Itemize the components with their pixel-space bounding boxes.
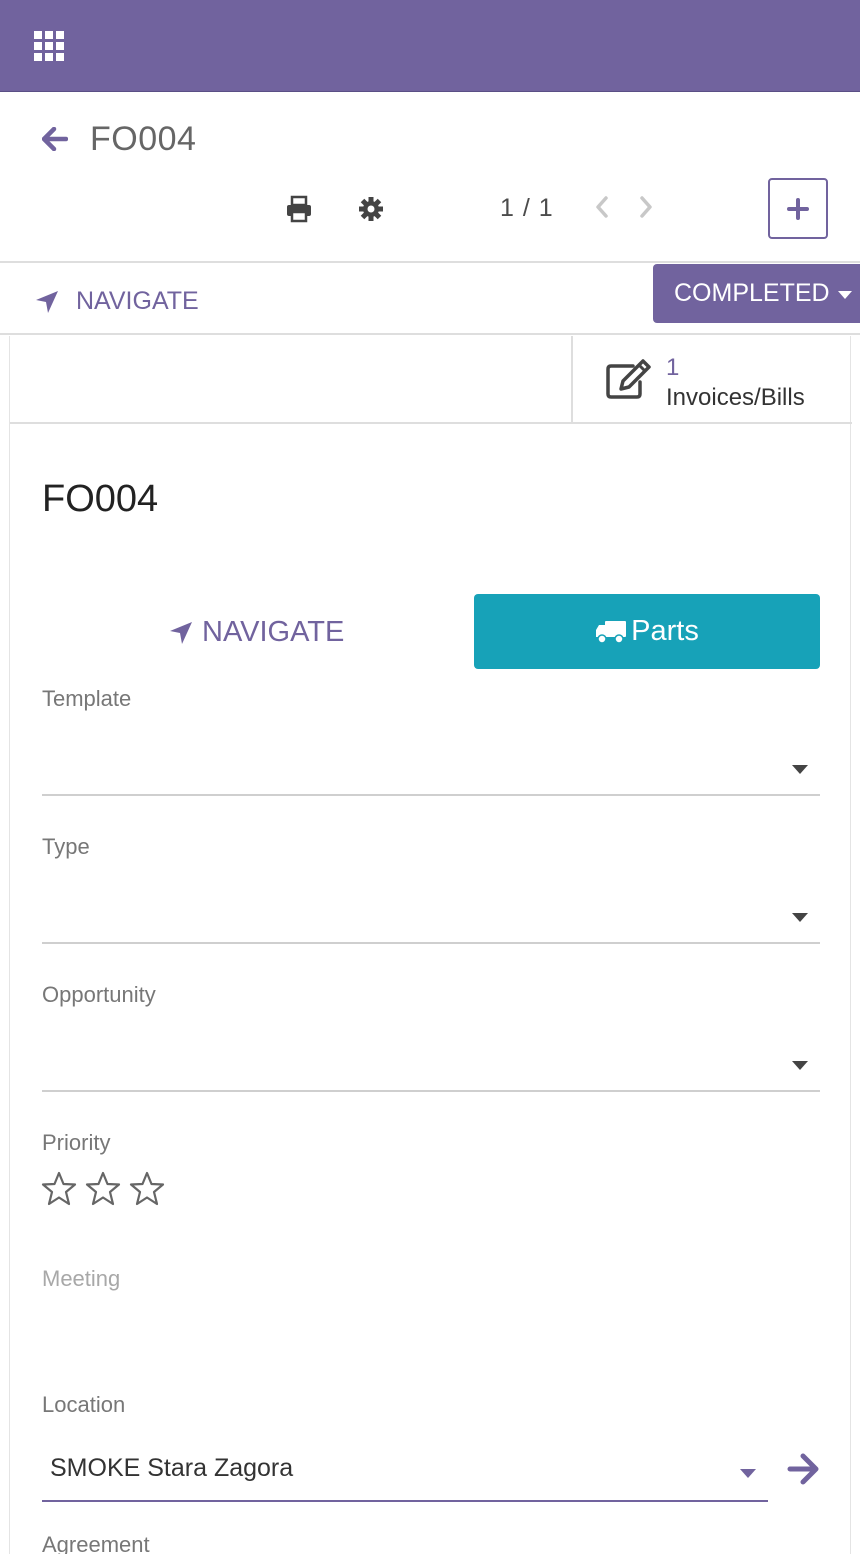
caret-down-icon bbox=[837, 290, 852, 299]
breadcrumb-title: FO004 bbox=[90, 119, 197, 158]
caret-down-icon bbox=[740, 1469, 756, 1478]
caret-down-icon bbox=[792, 1061, 808, 1070]
location-value: SMOKE Stara Zagora bbox=[50, 1454, 294, 1482]
top-navbar bbox=[0, 0, 860, 92]
star-icon[interactable] bbox=[40, 1170, 78, 1208]
invoices-bills-button[interactable]: 1 Invoices/Bills bbox=[571, 336, 852, 423]
print-icon[interactable] bbox=[284, 194, 314, 224]
form-sheet: 1 Invoices/Bills FO004 NAVIGATE Parts Te… bbox=[9, 336, 852, 1554]
record-title: FO004 bbox=[42, 478, 159, 520]
star-icon[interactable] bbox=[128, 1170, 166, 1208]
location-arrow-icon bbox=[36, 290, 58, 313]
location-select[interactable]: SMOKE Stara Zagora bbox=[42, 1434, 768, 1502]
priority-label: Priority bbox=[42, 1130, 111, 1155]
status-label: COMPLETED bbox=[674, 279, 830, 307]
navigate-header-label: NAVIGATE bbox=[76, 287, 199, 315]
type-label: Type bbox=[42, 834, 90, 859]
template-select[interactable] bbox=[42, 736, 820, 796]
breadcrumb: FO004 bbox=[40, 117, 196, 161]
parts-button[interactable]: Parts bbox=[474, 594, 820, 669]
caret-down-icon bbox=[792, 765, 808, 774]
opportunity-select[interactable] bbox=[42, 1032, 820, 1092]
type-select[interactable] bbox=[42, 884, 820, 944]
chevron-left-icon[interactable] bbox=[590, 192, 614, 222]
arrow-left-icon[interactable] bbox=[40, 124, 70, 154]
priority-widget bbox=[40, 1170, 166, 1208]
parts-label: Parts bbox=[631, 615, 699, 647]
location-arrow-icon bbox=[170, 621, 192, 644]
status-bar: NAVIGATE COMPLETED bbox=[0, 263, 860, 335]
navigate-label: NAVIGATE bbox=[202, 616, 345, 648]
navigate-button[interactable]: NAVIGATE bbox=[168, 616, 344, 649]
pager-value[interactable]: 1 / 1 bbox=[500, 194, 554, 223]
control-panel: 1 / 1 bbox=[0, 178, 860, 240]
edit-icon bbox=[605, 358, 651, 400]
star-icon[interactable] bbox=[84, 1170, 122, 1208]
meeting-label: Meeting bbox=[42, 1266, 121, 1291]
invoices-label: Invoices/Bills bbox=[666, 384, 805, 411]
invoices-count: 1 bbox=[666, 354, 680, 381]
location-label: Location bbox=[42, 1392, 126, 1417]
opportunity-label: Opportunity bbox=[42, 982, 156, 1007]
apps-grid-icon[interactable] bbox=[34, 31, 64, 61]
navigate-header-button[interactable]: NAVIGATE bbox=[34, 287, 199, 316]
chevron-right-icon[interactable] bbox=[634, 192, 658, 222]
smart-button-box: 1 Invoices/Bills bbox=[10, 336, 852, 424]
plus-icon bbox=[787, 197, 809, 220]
template-label: Template bbox=[42, 686, 132, 711]
agreement-label: Agreement bbox=[42, 1532, 150, 1554]
create-button[interactable] bbox=[768, 178, 828, 239]
truck-icon bbox=[596, 620, 627, 644]
gear-icon[interactable] bbox=[356, 194, 386, 224]
caret-down-icon bbox=[792, 913, 808, 922]
status-dropdown-button[interactable]: COMPLETED bbox=[653, 264, 860, 323]
arrow-right-icon[interactable] bbox=[786, 1452, 820, 1486]
